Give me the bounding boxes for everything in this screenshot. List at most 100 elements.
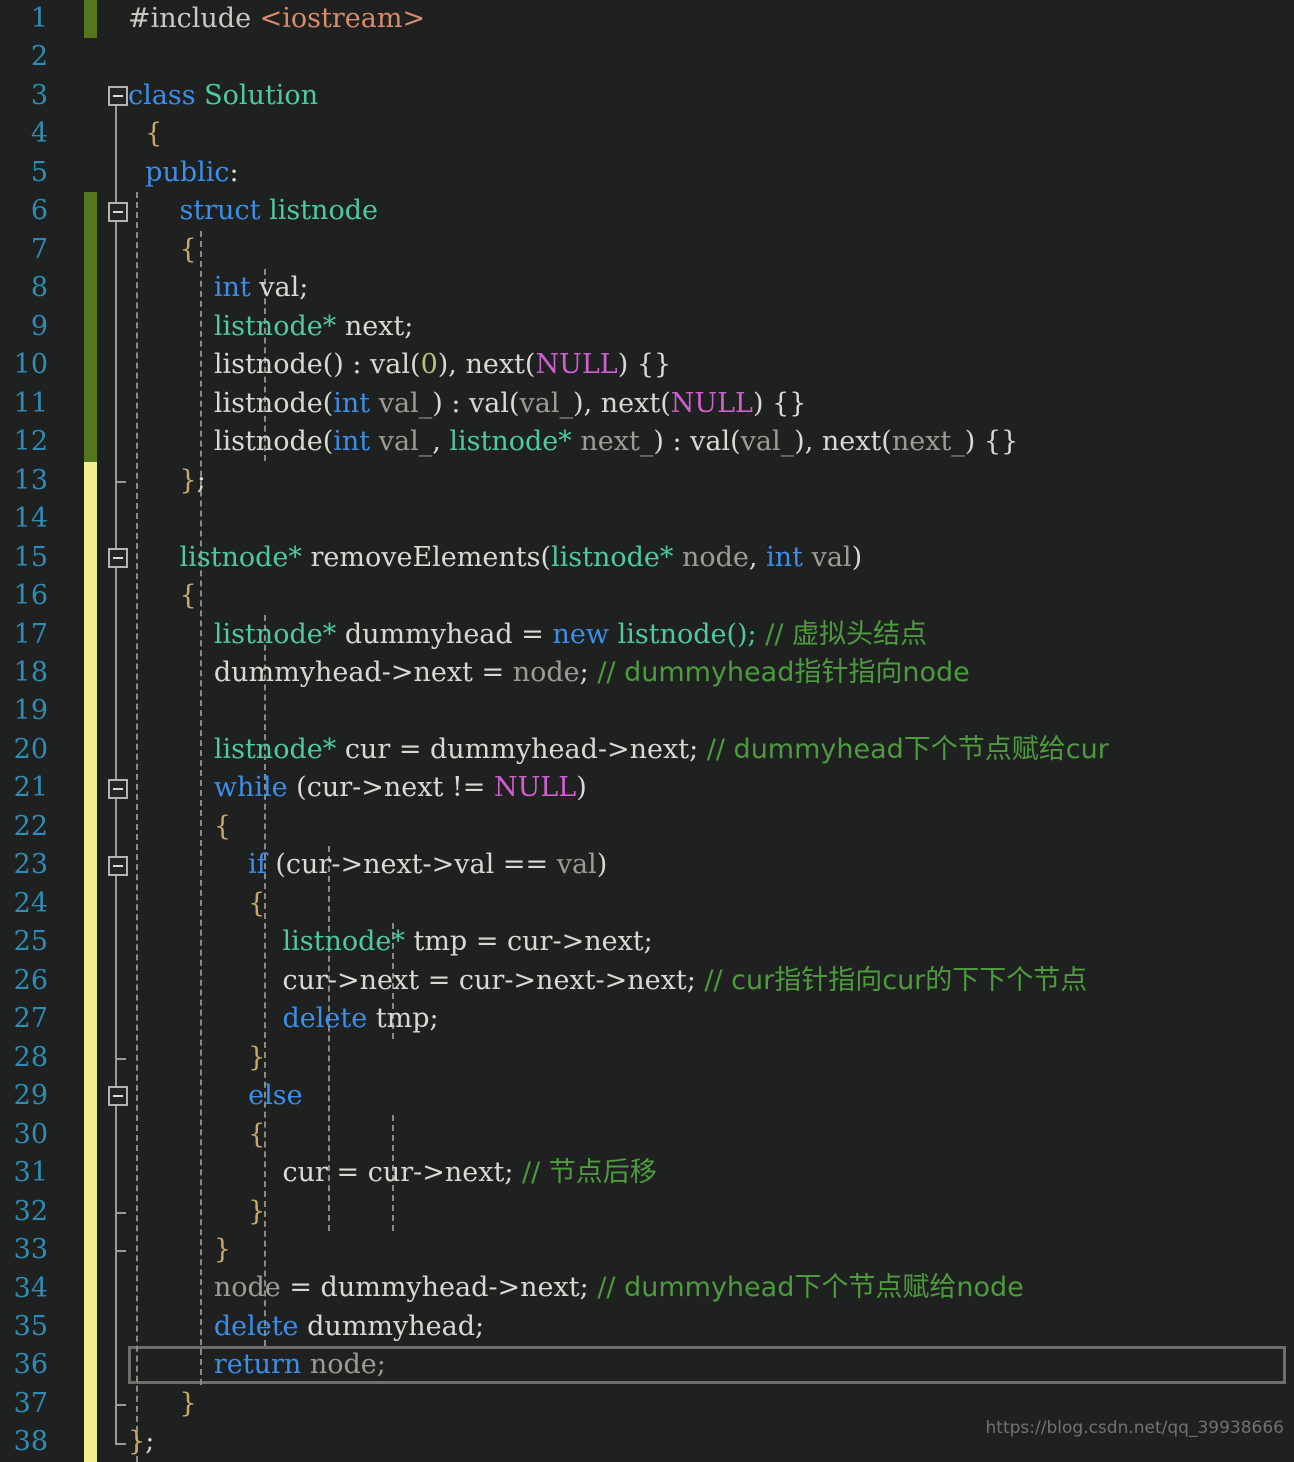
- code-line[interactable]: listnode(int val_) : val(val_), next(NUL…: [118, 385, 1294, 423]
- code-line[interactable]: #include <iostream>: [118, 0, 1294, 38]
- code-line[interactable]: listnode* tmp = cur->next;: [118, 923, 1294, 961]
- code-line[interactable]: listnode(int val_, listnode* next_) : va…: [118, 423, 1294, 461]
- vcs-change-bar[interactable]: [84, 1231, 97, 1270]
- vcs-change-bar[interactable]: [84, 923, 97, 962]
- code-line[interactable]: dummyhead->next = node; // dummyhead指针指向…: [118, 654, 1294, 692]
- vcs-change-bar[interactable]: [84, 423, 97, 462]
- code-line[interactable]: listnode() : val(0), next(NULL) {}: [118, 346, 1294, 384]
- code-line[interactable]: listnode* next;: [118, 308, 1294, 346]
- code-line[interactable]: listnode* cur = dummyhead->next; // dumm…: [118, 731, 1294, 769]
- type-int: int: [213, 272, 251, 304]
- code-line[interactable]: delete tmp;: [118, 1000, 1294, 1038]
- brace-close: }: [128, 1387, 197, 1419]
- vcs-change-bar[interactable]: [84, 807, 97, 847]
- vcs-change-bar[interactable]: [84, 615, 97, 654]
- class-name: Solution: [204, 79, 319, 111]
- code-line[interactable]: delete dummyhead;: [118, 1308, 1294, 1346]
- code-line-blank[interactable]: [118, 692, 1294, 730]
- line-number: 22: [13, 810, 48, 842]
- line-number: 11: [13, 387, 48, 419]
- code-line[interactable]: {: [118, 808, 1294, 846]
- code-line[interactable]: {: [118, 1116, 1294, 1154]
- vcs-change-bar[interactable]: [84, 192, 97, 231]
- vcs-change-bar[interactable]: [84, 384, 97, 424]
- keyword-if: if: [248, 849, 267, 881]
- vcs-change-bar[interactable]: [84, 538, 97, 578]
- vcs-change-bar[interactable]: [84, 1307, 97, 1347]
- vcs-change-bar[interactable]: [84, 346, 97, 385]
- inline-comment: // dummyhead下个节点赋给node: [597, 1272, 1024, 1304]
- code-line[interactable]: cur = cur->next; // 节点后移: [118, 1154, 1294, 1192]
- var-node: node;: [309, 1349, 386, 1381]
- vcs-change-bar[interactable]: [84, 1346, 97, 1385]
- paren-open: (: [540, 541, 552, 573]
- code-line[interactable]: }: [118, 1193, 1294, 1231]
- code-line[interactable]: while (cur->next != NULL): [118, 769, 1294, 807]
- code-line[interactable]: {: [118, 885, 1294, 923]
- code-line[interactable]: {: [118, 115, 1294, 153]
- line-number: 25: [13, 926, 48, 958]
- code-text-area[interactable]: #include <iostream> class Solution { pub…: [118, 0, 1294, 1462]
- vcs-change-bar[interactable]: [84, 653, 97, 693]
- vcs-change-bar[interactable]: [84, 961, 97, 1001]
- assign-operator: =: [475, 926, 508, 958]
- vcs-change-bar[interactable]: [84, 577, 97, 616]
- vcs-change-bar[interactable]: [84, 1269, 97, 1308]
- vcs-change-bar[interactable]: [84, 1115, 97, 1155]
- brace-open: {: [128, 580, 197, 612]
- semicolon: ;: [579, 656, 589, 688]
- code-line[interactable]: else: [118, 1077, 1294, 1115]
- vcs-change-bar[interactable]: [84, 884, 97, 924]
- vcs-change-bar[interactable]: [84, 1000, 97, 1039]
- vcs-change-bar[interactable]: [84, 0, 97, 39]
- code-line[interactable]: listnode* dummyhead = new listnode(); //…: [118, 616, 1294, 654]
- vcs-change-bar[interactable]: [84, 1423, 97, 1462]
- constructor-two-args: listnode(: [213, 426, 334, 458]
- code-line[interactable]: listnode* removeElements(listnode* node,…: [118, 539, 1294, 577]
- return-type: listnode*: [179, 541, 302, 573]
- vcs-change-bar[interactable]: [84, 1038, 97, 1078]
- vcs-change-bar[interactable]: [84, 1077, 97, 1116]
- code-line-current[interactable]: return node;: [118, 1346, 1294, 1384]
- vcs-change-bar[interactable]: [84, 307, 97, 347]
- vcs-change-bar[interactable]: [84, 846, 97, 885]
- paren-close: ): [576, 772, 587, 804]
- param-next: next_: [580, 426, 654, 458]
- init-next-open: ), next(: [794, 426, 892, 458]
- code-line[interactable]: node = dummyhead->next; // dummyhead下个节点…: [118, 1269, 1294, 1307]
- vcs-change-bar[interactable]: [84, 1384, 97, 1424]
- vcs-change-bar[interactable]: [84, 269, 97, 308]
- code-line[interactable]: {: [118, 577, 1294, 615]
- code-line[interactable]: };: [118, 462, 1294, 500]
- code-line[interactable]: int val;: [118, 269, 1294, 307]
- vcs-change-bar[interactable]: [84, 692, 97, 731]
- code-line[interactable]: {: [118, 231, 1294, 269]
- vcs-change-bar[interactable]: [84, 230, 97, 270]
- vcs-change-bar[interactable]: [84, 769, 97, 808]
- vcs-change-bar-column[interactable]: [84, 0, 97, 1462]
- line-number: 18: [13, 656, 48, 688]
- condition-expr: (cur->next->val ==: [275, 849, 557, 881]
- expr-node-assign: = dummyhead->next;: [280, 1272, 589, 1304]
- brace-open: {: [128, 233, 197, 265]
- var-cur: cur = dummyhead->next;: [344, 733, 699, 765]
- vcs-change-bar[interactable]: [84, 1192, 97, 1232]
- code-editor[interactable]: 1 2 3 4 5 6 7 8 9 10 11 12 13 14 15 16 17 18 19 20 21 22 23 24 2…: [0, 0, 1294, 1462]
- function-name: removeElements: [310, 541, 541, 573]
- code-line[interactable]: struct listnode: [118, 192, 1294, 230]
- code-line-blank[interactable]: [118, 500, 1294, 538]
- code-line[interactable]: }: [118, 1231, 1294, 1269]
- vcs-change-bar[interactable]: [84, 500, 97, 539]
- vcs-change-bar[interactable]: [84, 1154, 97, 1193]
- type-int: int: [333, 387, 371, 419]
- vcs-change-bar[interactable]: [84, 730, 97, 770]
- code-line[interactable]: if (cur->next->val == val): [118, 846, 1294, 884]
- vcs-change-bar[interactable]: [84, 461, 97, 501]
- brace-close: }: [128, 1041, 266, 1073]
- code-line[interactable]: class Solution: [118, 77, 1294, 115]
- code-line[interactable]: public:: [118, 154, 1294, 192]
- expr-cur-next: cur->next;: [507, 926, 653, 958]
- code-line[interactable]: cur->next = cur->next->next; // cur指针指向c…: [118, 962, 1294, 1000]
- code-line-blank[interactable]: [118, 38, 1294, 76]
- code-line[interactable]: }: [118, 1039, 1294, 1077]
